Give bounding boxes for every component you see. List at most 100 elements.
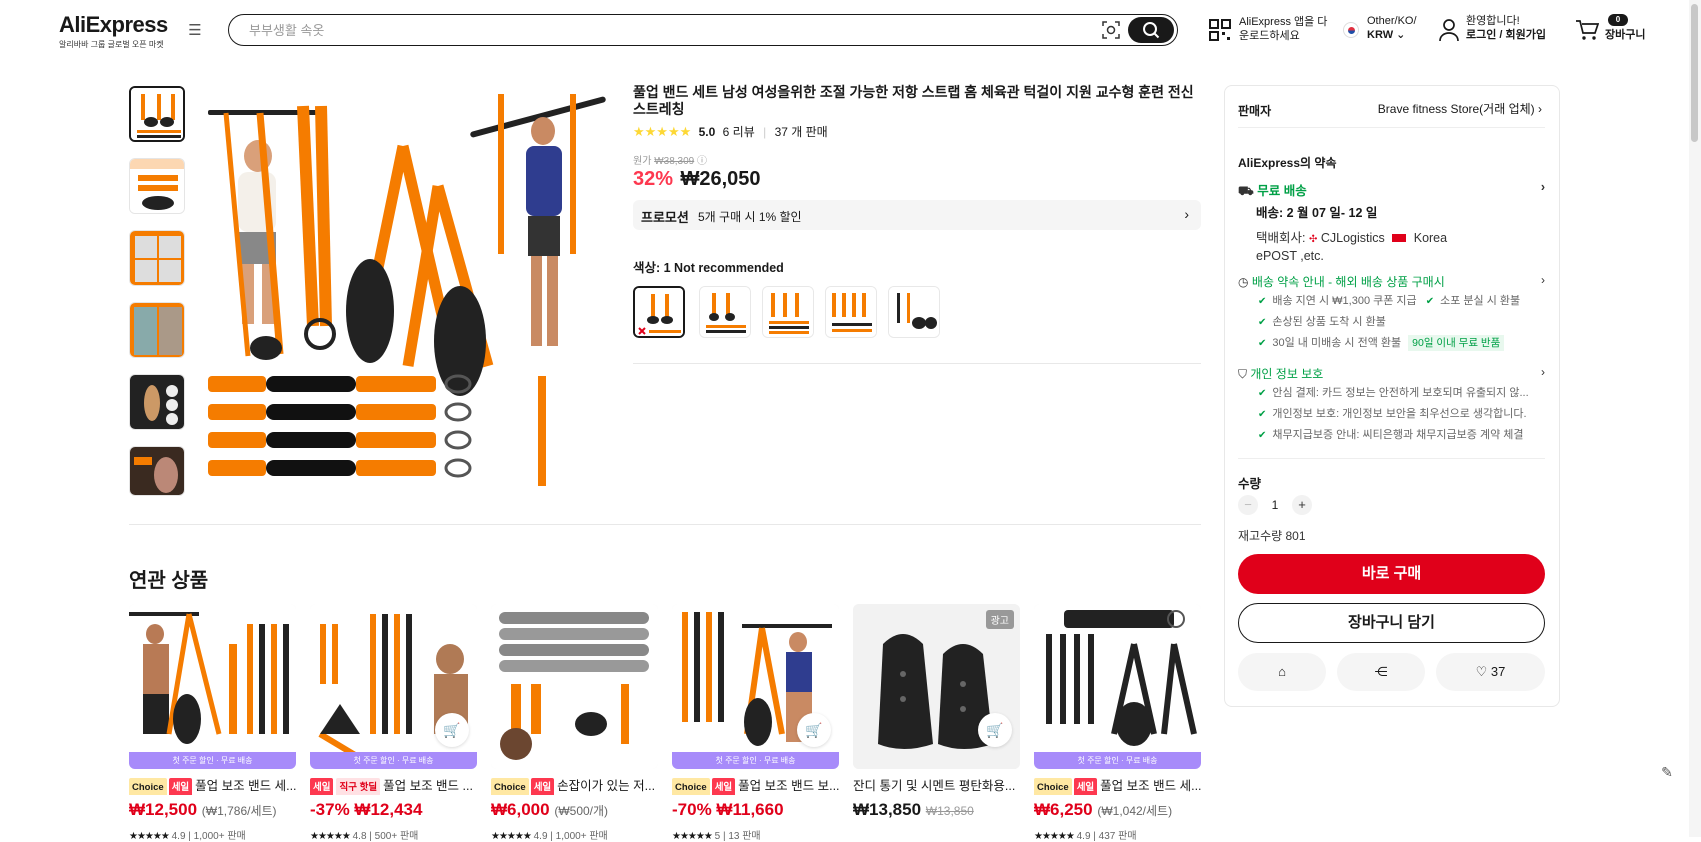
search-bar <box>228 14 1178 46</box>
guarantee-item-4: 30일 내 미배송 시 전액 환불 <box>1272 337 1402 349</box>
menu-icon[interactable]: ☰ <box>186 22 204 40</box>
main-product-image[interactable] <box>198 86 613 501</box>
seller-link[interactable]: Brave fitness Store(거래 업체) › <box>1370 100 1542 117</box>
product-price: ₩11,660 <box>716 800 784 819</box>
original-price-row: 원가 ₩38,309 ⓘ <box>633 152 707 167</box>
divider <box>633 363 1201 364</box>
login-link[interactable]: 로그인 / 회원가입 <box>1466 28 1576 42</box>
product-card[interactable]: 첫 주문 할인 · 무료 배송 🛒 Choice 세일 풀업 보조 밴드 보... … <box>672 604 839 842</box>
divider <box>1238 458 1545 459</box>
add-to-cart-icon[interactable]: 🛒 <box>797 713 831 747</box>
heart-icon: ♡ <box>1475 664 1488 679</box>
add-to-cart-icon[interactable]: 🛒 <box>978 713 1012 747</box>
privacy-section[interactable]: ⛉ 개인 정보 보호 › ✔ 안심 결제: 카드 정보는 안전하게 보호되며 유출되… <box>1238 365 1545 446</box>
color-option-image <box>700 287 750 337</box>
app-download-line1: AliExpress 앱을 다 <box>1239 16 1328 28</box>
aliexpress-logo[interactable]: AliExpress 알리바바 그룹 글로벌 오픈 마켓 <box>59 12 168 50</box>
search-input[interactable] <box>249 21 1089 39</box>
add-to-cart-button[interactable]: 장바구니 담기 <box>1238 603 1545 643</box>
locale-text: Other/KO/ <box>1367 15 1417 27</box>
shipping-section[interactable]: ⛟ 무료 배송 › 배송: 2 월 07 일- 12 일 택배회사: ✣ CJLo… <box>1238 180 1545 263</box>
product-image: 광고 🛒 <box>853 604 1020 769</box>
promotion-bar[interactable]: 프로모션 5개 구매 시 1% 할인 › <box>633 200 1201 230</box>
product-card[interactable]: 첫 주문 할인 · 무료 배송 Choice 세일 풀업 보조 밴드 세... ₩6… <box>1034 604 1201 842</box>
product-title-text: 잔디 통기 및 시멘트 평탄화용... <box>853 779 1016 793</box>
product-photo <box>491 604 658 769</box>
image-search-icon[interactable] <box>1101 20 1121 40</box>
quantity-increase-button[interactable]: + <box>1292 495 1312 515</box>
delivery-guarantee-section[interactable]: ◷ 배송 약속 안내 - 해외 배송 상품 구매시 › ✔ 배송 지연 시 ₩1,3… <box>1238 273 1545 354</box>
thumbnail-5[interactable] <box>129 374 185 430</box>
thumbnail-4[interactable] <box>129 302 185 358</box>
discount-percent: 32% <box>633 168 674 190</box>
product-photo <box>1034 604 1201 769</box>
product-card[interactable]: 첫 주문 할인 · 무료 배송 Choice 세일 풀업 보조 밴드 세... ₩1… <box>129 604 296 842</box>
quantity-stepper: − 1 + <box>1238 495 1328 515</box>
store-button[interactable]: ⌂ <box>1238 653 1326 691</box>
seller-label: 판매자 <box>1238 104 1272 118</box>
scrollbar-thumb[interactable] <box>1691 4 1698 142</box>
product-card[interactable]: 광고 🛒 잔디 통기 및 시멘트 평탄화용... ₩13,850 ₩13,850 <box>853 604 1020 822</box>
info-icon[interactable]: ⓘ <box>697 156 707 167</box>
color-option-image <box>635 288 683 336</box>
guarantee-item-3: 손상된 상품 도착 시 환불 <box>1272 316 1386 328</box>
add-to-cart-icon[interactable]: 🛒 <box>435 713 469 747</box>
color-option-3[interactable] <box>762 286 814 338</box>
sale-badge: 세일 <box>530 778 555 795</box>
product-image: 첫 주문 할인 · 무료 배송 🛒 <box>672 604 839 769</box>
product-price: ₩13,850 <box>853 800 922 819</box>
thumbnail-1[interactable] <box>129 86 185 142</box>
share-icon: ⋲ <box>1374 664 1388 679</box>
edit-feedback-icon[interactable]: ✎ <box>1655 760 1679 784</box>
buy-now-button[interactable]: 바로 구매 <box>1238 554 1545 594</box>
color-option-1[interactable] <box>633 286 685 338</box>
quantity-decrease-button[interactable]: − <box>1238 495 1258 515</box>
wishlist-button[interactable]: ♡ 37 <box>1436 653 1545 691</box>
product-discount: -70% <box>672 800 712 819</box>
share-button[interactable]: ⋲ <box>1337 653 1425 691</box>
star-rating-icon: ★★★★★ <box>633 124 692 139</box>
chevron-right-icon: › <box>1541 365 1545 379</box>
choice-badge: Choice <box>672 778 710 795</box>
privacy-item-2: 개인정보 보호: 개인정보 보안을 최우선으로 생각합니다. <box>1272 408 1527 420</box>
check-icon: ✔ <box>1258 430 1267 441</box>
product-title: 풀업 밴드 세트 남성 여성을위한 조절 가능한 저항 스트랩 홈 체육관 턱걸… <box>633 84 1194 117</box>
color-option-image <box>826 287 876 337</box>
current-price: ₩26,050 <box>680 168 761 190</box>
quantity-value[interactable]: 1 <box>1268 498 1282 512</box>
choice-badge: Choice <box>491 778 529 795</box>
product-card-title: Choice 세일 풀업 보조 밴드 세... <box>129 777 296 795</box>
promotion-label: 프로모션 <box>641 210 689 225</box>
thumbnail-6[interactable] <box>129 446 185 496</box>
color-option-4[interactable] <box>825 286 877 338</box>
product-photo <box>198 86 613 501</box>
product-price: ₩6,250 <box>1034 800 1093 819</box>
thumbnail-3[interactable] <box>129 230 185 286</box>
product-card[interactable]: Choice 세일 손잡이가 있는 저... ₩6,000 (₩500/개) ★★★… <box>491 604 658 842</box>
product-image: 첫 주문 할인 · 무료 배송 <box>129 604 296 769</box>
first-order-banner: 첫 주문 할인 · 무료 배송 <box>1034 752 1201 769</box>
courier-cj: CJLogistics <box>1320 231 1385 245</box>
color-option-image <box>889 287 939 337</box>
original-price: ₩38,309 <box>654 156 695 167</box>
scrollbar[interactable] <box>1689 0 1701 837</box>
promotion-text: 5개 구매 시 1% 할인 <box>698 210 802 224</box>
color-option-5[interactable] <box>888 286 940 338</box>
search-button[interactable] <box>1128 17 1174 43</box>
promise-title: AliExpress의 약속 <box>1238 156 1337 170</box>
thumbnail-image <box>130 159 184 213</box>
wishlist-count: 37 <box>1490 664 1506 679</box>
check-icon: ✔ <box>1258 296 1267 307</box>
color-option-2[interactable] <box>699 286 751 338</box>
sale-badge: 세일 <box>1073 778 1098 795</box>
thumbnail-2[interactable] <box>129 158 185 214</box>
product-card[interactable]: 첫 주문 할인 · 무료 배송 🛒 세일 직구 핫딜 풀업 보조 밴드 ... -3… <box>310 604 477 842</box>
product-image <box>491 604 658 769</box>
product-price: ₩12,500 <box>129 800 198 819</box>
rating-row: ★★★★★ 5.0 6 리뷰 | 37 개 판매 <box>633 124 828 139</box>
review-count[interactable]: 6 리뷰 <box>723 125 755 139</box>
chevron-down-icon: ⌄ <box>1396 29 1406 41</box>
unit-price: (₩1,786/세트) <box>201 804 277 818</box>
seller-name: Brave fitness Store(거래 업체) <box>1377 102 1535 116</box>
thumbnail-image <box>130 447 184 495</box>
